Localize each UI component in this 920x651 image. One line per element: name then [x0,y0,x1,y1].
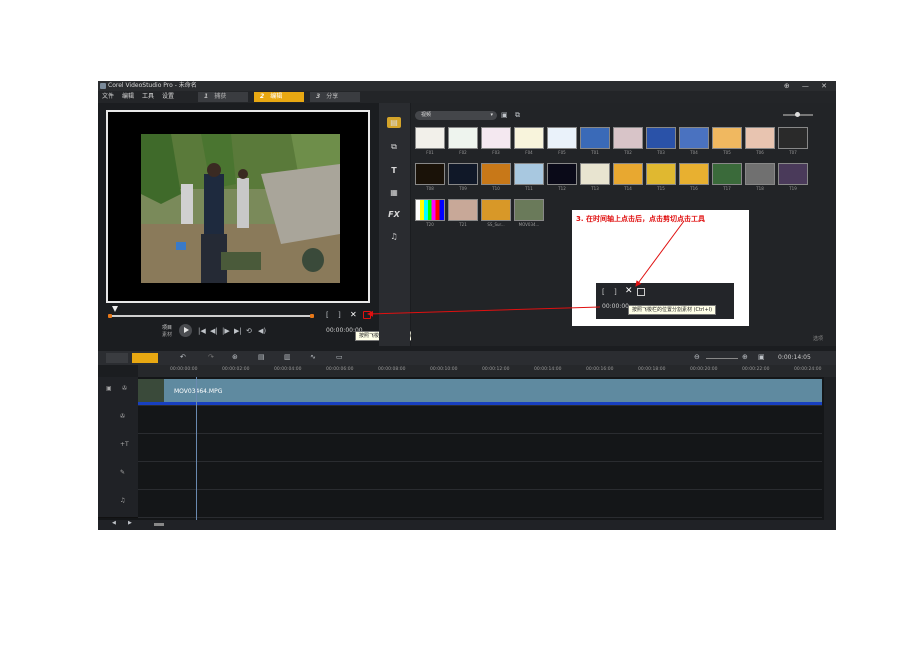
redo-icon[interactable]: ↷ [208,353,214,361]
scroll-left-icon[interactable]: ◀ [112,520,116,526]
vertical-scrollbar[interactable] [824,377,836,520]
ruler-tick: 00:00:16:00 [586,367,614,372]
overlay-track[interactable] [138,405,822,434]
video-clip[interactable]: MOV03464.MPG [138,379,822,405]
zoom-slider[interactable] [706,358,738,359]
timeline-footer: ◀ ▶ [98,520,836,530]
title-track-icon: +T [120,441,129,448]
scroll-right-icon[interactable]: ▶ [128,520,132,526]
timeline-toolbar: ↶ ↷ ⊛ ▤ ▥ ∿ ▭ ⊖ ⊕ ▣ 0:00:14:05 [98,351,836,365]
ruler-tick: 00:00:14:00 [534,367,562,372]
undo-icon[interactable]: ↶ [180,353,186,361]
overlay-track-header[interactable]: ✇ [98,405,138,434]
ruler-tick: 00:00:06:00 [326,367,354,372]
film-reel-icon: ✇ [122,385,128,392]
time-ruler[interactable]: 00:00:00:00 00:00:02:00 00:00:04:00 00:0… [138,365,836,377]
music-track-icon: ♫ [120,497,126,504]
microphone-icon: ✎ [120,469,126,476]
ruler-tick: 00:00:24:00 [794,367,822,372]
video-track[interactable]: MOV03464.MPG [138,377,822,406]
timeline-view-icon[interactable] [132,353,158,363]
ruler-tick: 00:00:04:00 [274,367,302,372]
voice-track-header[interactable]: ✎ [98,461,138,490]
music-track[interactable] [138,489,822,518]
project-duration: 0:00:14:05 [778,354,811,361]
music-track-header[interactable]: ♫ [98,489,138,518]
playhead-line[interactable] [196,377,197,520]
track-manager-icon[interactable]: ▥ [284,353,291,361]
timeline-tracks: ▣ ✇ MOV03464.MPG ✇ +T ✎ ♫ [98,377,836,520]
ruler-tick: 00:00:08:00 [378,367,406,372]
record-capture-icon[interactable]: ⊛ [232,353,238,361]
subtitle-icon[interactable]: ▭ [336,353,343,361]
ruler-tick: 00:00:22:00 [742,367,770,372]
zoom-out-icon[interactable]: ⊖ [694,353,700,361]
app-window: Corel VideoStudio Pro - 未命名 ⊕ — ✕ 文件 编辑 … [98,81,836,530]
video-track-header[interactable]: ▣ ✇ [98,377,138,406]
overlay-track-icon: ✇ [120,413,126,420]
ruler-tick: 00:00:00:00 [170,367,198,372]
ruler-tick: 00:00:18:00 [638,367,666,372]
horizontal-scrollbar[interactable] [154,523,164,526]
title-track-header[interactable]: +T [98,433,138,462]
zoom-in-icon[interactable]: ⊕ [742,353,748,361]
storyboard-view-icon[interactable] [106,353,128,363]
video-track-icon: ▣ [106,385,112,392]
title-track[interactable] [138,433,822,462]
ruler-tick: 00:00:20:00 [690,367,718,372]
ruler-tick: 00:00:12:00 [482,367,510,372]
mixer-icon[interactable]: ▤ [258,353,265,361]
clip-name: MOV03464.MPG [174,388,223,395]
voice-track[interactable] [138,461,822,490]
ruler-tick: 00:00:10:00 [430,367,458,372]
fit-project-icon[interactable]: ▣ [758,353,765,361]
ruler-tick: 00:00:02:00 [222,367,250,372]
audio-waveform-icon[interactable]: ∿ [310,353,316,361]
